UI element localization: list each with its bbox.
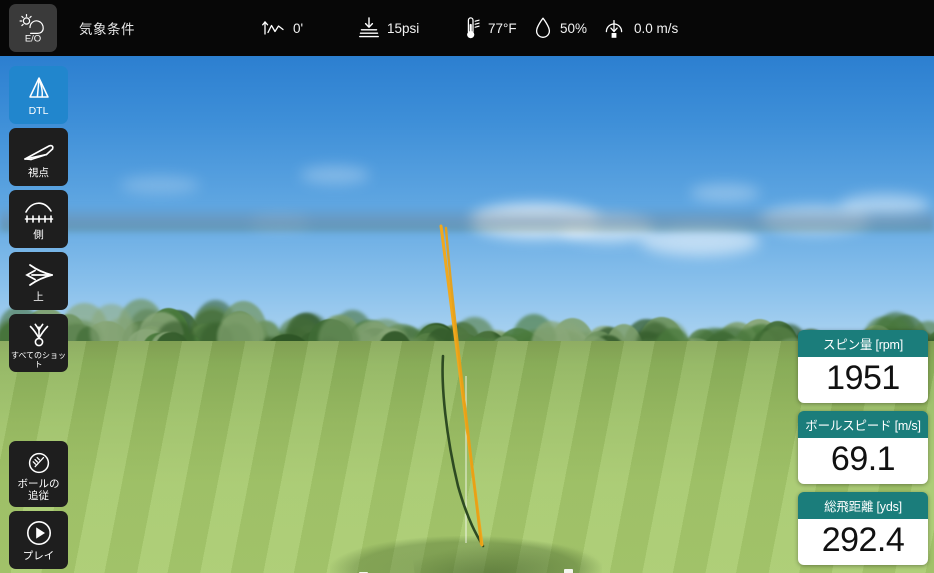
eo-label: E/O	[25, 34, 41, 45]
weather-title: 気象条件	[79, 22, 135, 37]
metric-altitude[interactable]: 0'	[262, 0, 303, 56]
sidebar-label-dtl: DTL	[28, 104, 49, 117]
humidity-drop-icon	[533, 15, 553, 41]
sidebar-label-viewpoint: 視点	[28, 166, 49, 179]
weather-sun-cloud-icon-button[interactable]: E/O	[9, 4, 57, 52]
stat-total-distance-value: 292.4	[798, 519, 928, 565]
stat-spin-rate-title: スピン量 [rpm]	[798, 330, 928, 357]
pressure-value: 15psi	[387, 20, 420, 36]
stat-ball-speed-title: ボールスピード [m/s]	[798, 411, 928, 438]
stat-spin-rate-value: 1951	[798, 357, 928, 403]
stat-ball-speed[interactable]: ボールスピード [m/s] 69.1	[798, 411, 928, 484]
metric-wind[interactable]: 0.0 m/s	[601, 0, 678, 56]
metric-temperature[interactable]: 77°F	[461, 0, 517, 56]
sidebar-item-side[interactable]: 側	[9, 190, 68, 248]
sidebar-item-top[interactable]: 上	[9, 252, 68, 310]
golf-simulator-app: E/O 気象条件 0' 15psi 77°F 50% 0.0 m/s DTL 視…	[0, 0, 934, 573]
ball-tracking-label-line1: ボールの	[17, 478, 60, 490]
shot-stats-panel: スピン量 [rpm] 1951 ボールスピード [m/s] 69.1 総飛距離 …	[798, 330, 928, 573]
stat-spin-rate[interactable]: スピン量 [rpm] 1951	[798, 330, 928, 403]
sidebar-label-all-shots: すべてのショット	[10, 350, 67, 369]
sidebar-label-side: 側	[33, 228, 44, 241]
golf-course-3d-scene[interactable]	[0, 56, 934, 573]
ball-tracking-button[interactable]: ボールの 追従	[9, 441, 68, 507]
play-label: プレイ	[22, 549, 55, 562]
altitude-icon	[262, 17, 286, 39]
sidebar-label-top: 上	[33, 290, 44, 303]
wind-value: 0.0 m/s	[634, 20, 679, 36]
perspective-view-icon	[22, 135, 56, 165]
down-the-line-view-icon	[24, 73, 54, 103]
play-icon	[24, 518, 54, 548]
weather-toolbar: E/O 気象条件 0' 15psi 77°F 50% 0.0 m/s	[0, 0, 934, 56]
metric-humidity[interactable]: 50%	[533, 0, 587, 56]
wind-direction-icon	[601, 15, 627, 41]
ball-tracking-label-line2: 追従	[28, 489, 49, 502]
sidebar-item-viewpoint[interactable]: 視点	[9, 128, 68, 186]
pressure-icon	[358, 16, 380, 40]
view-mode-sidebar: DTL 視点 側 上 すべてのショット	[9, 66, 68, 376]
stat-total-distance[interactable]: 総飛距離 [yds] 292.4	[798, 492, 928, 565]
stat-ball-speed-value: 69.1	[798, 438, 928, 484]
all-shots-icon	[25, 318, 53, 348]
ball-tracking-icon	[26, 446, 52, 476]
stat-total-distance-title: 総飛距離 [yds]	[798, 492, 928, 519]
humidity-value: 50%	[560, 20, 588, 36]
play-button[interactable]: プレイ	[9, 511, 68, 569]
action-sidebar: ボールの 追従 プレイ	[9, 441, 68, 573]
temperature-value: 77°F	[488, 20, 517, 36]
metric-pressure[interactable]: 15psi	[358, 0, 419, 56]
side-view-icon	[22, 197, 56, 227]
weather-sun-cloud-icon: E/O	[19, 13, 44, 45]
sidebar-item-dtl[interactable]: DTL	[9, 66, 68, 124]
sidebar-item-all-shots[interactable]: すべてのショット	[9, 314, 68, 372]
ball-flight-trajectory	[439, 224, 485, 548]
thermometer-icon	[461, 15, 481, 41]
altitude-value: 0'	[293, 20, 304, 36]
trajectory-descent-path	[444, 226, 483, 546]
top-view-icon	[22, 259, 56, 289]
